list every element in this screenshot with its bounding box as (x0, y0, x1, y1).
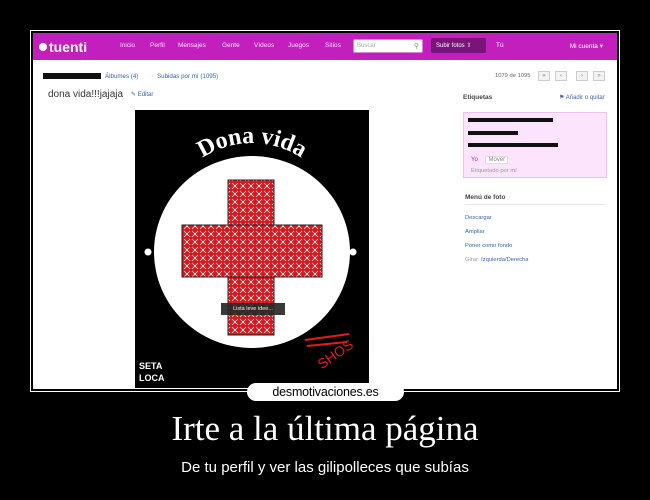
photo-counter: 1079 de 1095 (495, 73, 531, 79)
add-remove-tags-link[interactable]: ⚑ Añadir o quitar (559, 94, 605, 101)
tagged-by-note: Etiquetado por mí (471, 168, 517, 174)
menu-divider (465, 204, 605, 205)
tags-heading: Etiquetas (463, 94, 493, 101)
photo-tag-tooltip: Lista leve idee... (221, 303, 285, 315)
move-tag-button[interactable]: Mover (485, 156, 509, 164)
add-tag-label: Añadir o quitar (565, 95, 605, 101)
nav-inicio[interactable]: Inicio (120, 42, 135, 49)
tag-row-self: Yo Mover (471, 156, 607, 166)
redacted-tag (468, 118, 553, 122)
breadcrumb-separator: · (151, 73, 154, 80)
nav-gente[interactable]: Gente (222, 42, 240, 49)
account-menu[interactable]: Mi cuenta ▾ (570, 42, 603, 50)
redacted-tag (468, 131, 518, 135)
prev-page-button[interactable]: ‹ (555, 71, 567, 81)
photo-title: dona vida!!!jajaja (48, 89, 124, 100)
brand-text-seta: SETA (139, 361, 163, 371)
redacted-username (43, 73, 101, 79)
search-icon[interactable]: ⚲ (414, 42, 419, 50)
logo-text: tuenti (49, 38, 88, 55)
pencil-icon: ✎ (131, 92, 137, 98)
right-dot-icon (349, 248, 357, 256)
rotate-label: Girar: (465, 257, 480, 263)
search-input[interactable]: Buscar ⚲ (353, 39, 423, 53)
first-page-button[interactable]: « (538, 71, 550, 81)
breadcrumb-albums[interactable]: Álbumes (4) (105, 73, 138, 80)
poster-title: Irte a la última página (171, 409, 479, 448)
menu-set-background[interactable]: Poner como fondo (465, 243, 512, 249)
chevron-down-icon: ▾ (599, 43, 603, 50)
upload-photos-button[interactable]: Subir fotos ⇧ (431, 38, 486, 53)
edit-title-link[interactable]: ✎ Editar (131, 91, 153, 98)
donor-poster-image: Dona vida Dona organos SHOS SETA LOCA (135, 110, 369, 388)
tag-icon: ⚑ (559, 95, 565, 101)
logo-dot-icon (39, 42, 47, 51)
poster-subtitle: De tu perfil y ver las gilipolleces que … (181, 459, 469, 476)
nav-tu[interactable]: Tú (496, 42, 504, 49)
last-page-button[interactable]: » (593, 71, 605, 81)
nav-mensajes[interactable]: Mensajes (178, 42, 206, 49)
search-placeholder: Buscar (357, 43, 376, 49)
brand-text-loca: LOCA (139, 373, 165, 383)
upload-arrow-icon: ⇧ (466, 43, 472, 49)
photo-menu-heading: Menú de foto (465, 194, 506, 201)
nav-videos[interactable]: Vídeos (254, 42, 274, 49)
menu-rotate[interactable]: Girar: Izquierda/Derecha (465, 257, 529, 263)
breadcrumb-uploads[interactable]: Subidas por mí (1095) (157, 73, 218, 80)
nav-perfil[interactable]: Perfil (150, 42, 165, 49)
menu-download[interactable]: Descargar (465, 215, 492, 221)
rotate-options[interactable]: Izquierda/Derecha (481, 257, 528, 263)
tuenti-logo[interactable]: tuenti (39, 37, 87, 56)
left-dot-icon (144, 248, 152, 256)
top-nav-bar: tuenti Inicio Perfil Mensajes Gente Víde… (33, 33, 617, 60)
tag-name-link[interactable]: Yo (471, 157, 478, 163)
upload-label: Subir fotos (436, 43, 465, 49)
edit-label: Editar (137, 92, 154, 98)
main-photo[interactable]: Dona vida Dona organos SHOS SETA LOCA Li… (135, 110, 369, 388)
nav-juegos[interactable]: Juegos (288, 42, 309, 49)
next-page-button[interactable]: › (576, 71, 588, 81)
account-label: Mi cuenta (569, 43, 598, 50)
screenshot-area: tuenti Inicio Perfil Mensajes Gente Víde… (33, 33, 617, 389)
redacted-tag (468, 143, 558, 147)
menu-enlarge[interactable]: Ampliar (465, 229, 485, 235)
site-watermark: desmotivaciones.es (247, 383, 404, 401)
nav-sitios[interactable]: Sitios (325, 42, 341, 49)
